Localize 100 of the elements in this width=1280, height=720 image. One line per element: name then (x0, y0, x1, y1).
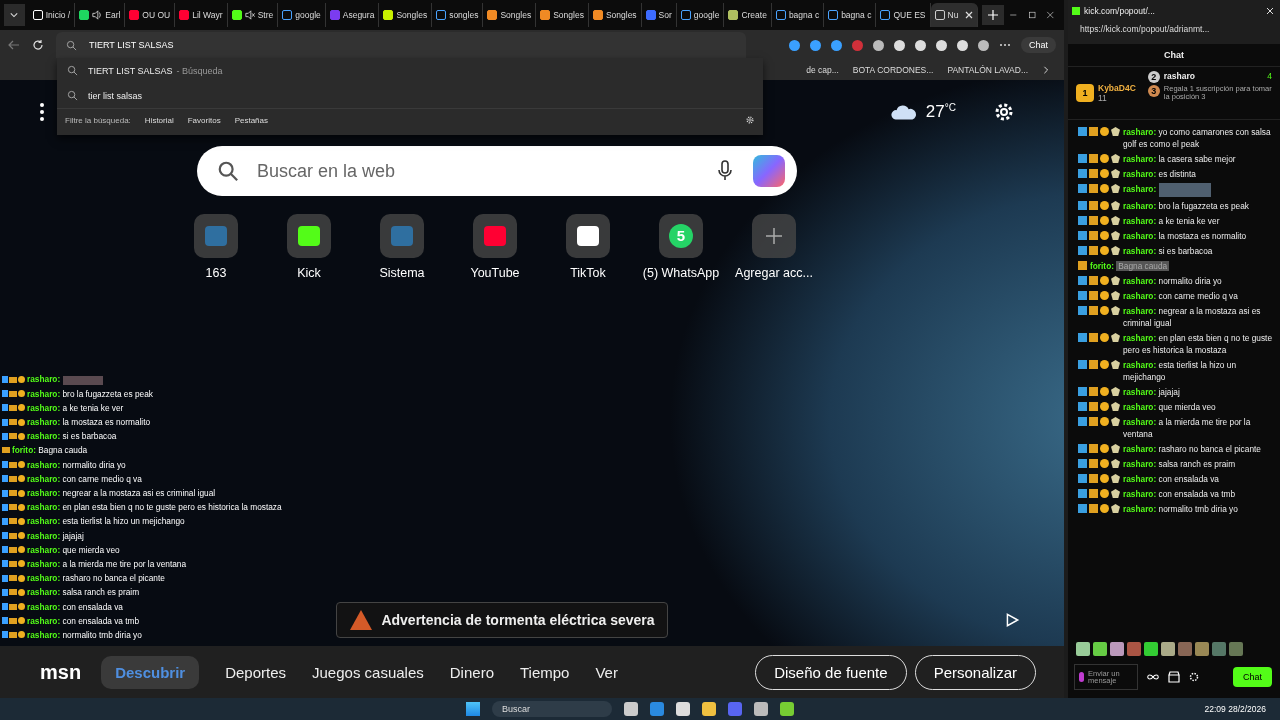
site-icon (231, 10, 242, 20)
browser-tab[interactable]: bagna c (771, 3, 825, 27)
chevron-icon[interactable] (1042, 66, 1050, 74)
extension-icon[interactable] (915, 39, 926, 51)
badge-icons (1078, 503, 1120, 513)
nav-tab[interactable]: Dinero (449, 663, 494, 681)
refresh-icon[interactable] (32, 39, 44, 51)
tab-list-button[interactable] (4, 4, 25, 26)
filter-chip[interactable]: Historial (144, 115, 174, 125)
badge-icons (2, 603, 25, 611)
gift-count: 11 (1098, 93, 1108, 103)
bookmark[interactable]: BOTA CORDONES... (852, 65, 934, 75)
browser-tab[interactable]: Songles (588, 3, 642, 27)
extension-icon[interactable] (957, 39, 968, 51)
url-field[interactable]: https://kick.com/popout/adrianmt... (1068, 22, 1280, 44)
overlay-chat-message: rasharo: con carne medio q va (27, 473, 142, 484)
chat-message: rasharo: rasharo no banca el picante (1123, 443, 1261, 455)
browser-tab[interactable]: Asegura (325, 3, 380, 27)
extension-icon[interactable] (873, 39, 884, 51)
overlay-chat-message: rasharo: si es barbacoa (27, 431, 117, 442)
browser-tab[interactable]: Inicio / (28, 3, 76, 27)
infinity-icon[interactable] (1146, 673, 1160, 681)
chat-message: rasharo: bro la fugazzeta es peak (1123, 200, 1249, 212)
play-icon[interactable] (1004, 612, 1020, 628)
badge-icons (1078, 386, 1120, 396)
shortcut-tile[interactable]: TikTok (547, 214, 629, 280)
address-field[interactable]: TIERT LIST SALSAS (56, 32, 746, 58)
extension-icon[interactable] (831, 39, 842, 51)
settings-icon[interactable] (745, 115, 755, 125)
site-icon (1072, 7, 1080, 15)
copilot-icon[interactable] (753, 155, 785, 187)
browser-tab[interactable]: google (278, 3, 326, 27)
extension-icon[interactable] (810, 39, 821, 51)
overlay-chat-message: rasharo: jajajaj (27, 530, 84, 541)
nav-tab[interactable]: Ver (595, 663, 618, 681)
browser-tab[interactable]: Nu (930, 3, 979, 27)
browser-tab[interactable]: songles (432, 3, 484, 27)
close-icon[interactable] (965, 11, 974, 19)
taskbar-search[interactable]: Buscar (492, 701, 612, 717)
browser-tab[interactable]: Songles (483, 3, 537, 27)
bookmark[interactable]: PANTALÓN LAVAD... (947, 65, 1028, 75)
extension-icon[interactable] (978, 39, 989, 51)
shortcut-tile[interactable]: Kick (268, 214, 350, 280)
clock: 22:09 28/2/2026 (1204, 704, 1266, 714)
nav-tab[interactable]: Deportes (225, 663, 287, 681)
overlay-chat-message: rasharo: con ensalada va (27, 601, 123, 612)
extension-icon[interactable] (894, 39, 905, 51)
overlay-chat-message: rasharo: rasharo no banca el picante (27, 573, 165, 584)
shortcut-tile[interactable]: Sistema (361, 214, 443, 280)
browser-tab[interactable]: Songles (379, 3, 433, 27)
site-icon (32, 10, 43, 20)
menu-icon[interactable] (40, 103, 44, 121)
new-tab-button[interactable] (982, 5, 1005, 25)
extension-icon[interactable] (789, 39, 800, 51)
speaker-icon[interactable] (92, 10, 103, 20)
nav-tab[interactable]: Tiempo (519, 663, 570, 681)
badge-icons (2, 461, 25, 469)
msn-logo[interactable]: msn (40, 660, 82, 684)
back-icon[interactable] (8, 39, 20, 51)
chat-message: forito: Bagna cauda (1090, 260, 1170, 272)
browser-tab[interactable]: OU OU (125, 3, 176, 27)
plus-icon (764, 226, 784, 246)
microphone-icon[interactable] (717, 160, 733, 182)
search-suggestion[interactable]: tier list salsas (57, 83, 763, 108)
browser-tab[interactable]: Create (724, 3, 772, 27)
badge-icons (1078, 260, 1087, 270)
send-chat-button[interactable]: Chat (1233, 667, 1272, 687)
filter-label: Filtre la búsqueda: (65, 115, 131, 125)
browser-tab[interactable]: Songles (536, 3, 589, 27)
badge-icons (2, 404, 25, 412)
bookmark[interactable]: de cap... (806, 65, 839, 75)
browser-tab[interactable]: Stre (227, 3, 279, 27)
shortcut-tile[interactable]: YouTube (454, 214, 536, 280)
browser-tab[interactable]: Lil Wayr (175, 3, 228, 27)
shortcut-tile[interactable]: 5 (5) WhatsApp (640, 214, 722, 280)
copilot-chat-button[interactable]: Chat (1021, 37, 1056, 53)
weather-alert[interactable]: Advertencia de tormenta eléctrica severa (336, 602, 668, 638)
filter-chip[interactable]: Favoritos (187, 115, 221, 125)
overlay-chat-message: rasharo: en plan esta bien q no te guste pero es historica la mostaza (27, 502, 282, 513)
search-suggestion[interactable]: TIERT LIST SALSAS - Búsqueda (57, 58, 763, 83)
overlay-chat-message: rasharo: negrear a la mostaza asi es criminal igual (27, 488, 216, 499)
nav-tab[interactable]: Juegos casuales (312, 663, 424, 681)
browser-tab[interactable]: Sor (641, 3, 677, 27)
browser-tab[interactable]: QUE ES (876, 3, 931, 27)
search-field[interactable]: Buscar en la web (197, 146, 797, 196)
badge-icons (1078, 473, 1120, 483)
muted-speaker-icon[interactable] (244, 10, 255, 20)
chat-message: rasharo: con ensalada va (1123, 473, 1219, 485)
shortcut-tile[interactable]: Agregar acc... (733, 214, 815, 280)
badge-icons (2, 532, 25, 540)
filter-chip[interactable]: Pestañas (234, 115, 268, 125)
browser-tab[interactable]: Earl (75, 3, 126, 27)
close-icon[interactable] (1266, 7, 1274, 15)
browser-tab[interactable]: bagna c (824, 3, 877, 27)
extension-icon[interactable] (936, 39, 947, 51)
browser-tab[interactable]: google (676, 3, 725, 27)
windows-start-icon[interactable] (466, 702, 480, 716)
badge-icons (1078, 245, 1120, 255)
store-icon[interactable] (1168, 671, 1180, 683)
shortcut-tile[interactable]: 163 (175, 214, 257, 280)
